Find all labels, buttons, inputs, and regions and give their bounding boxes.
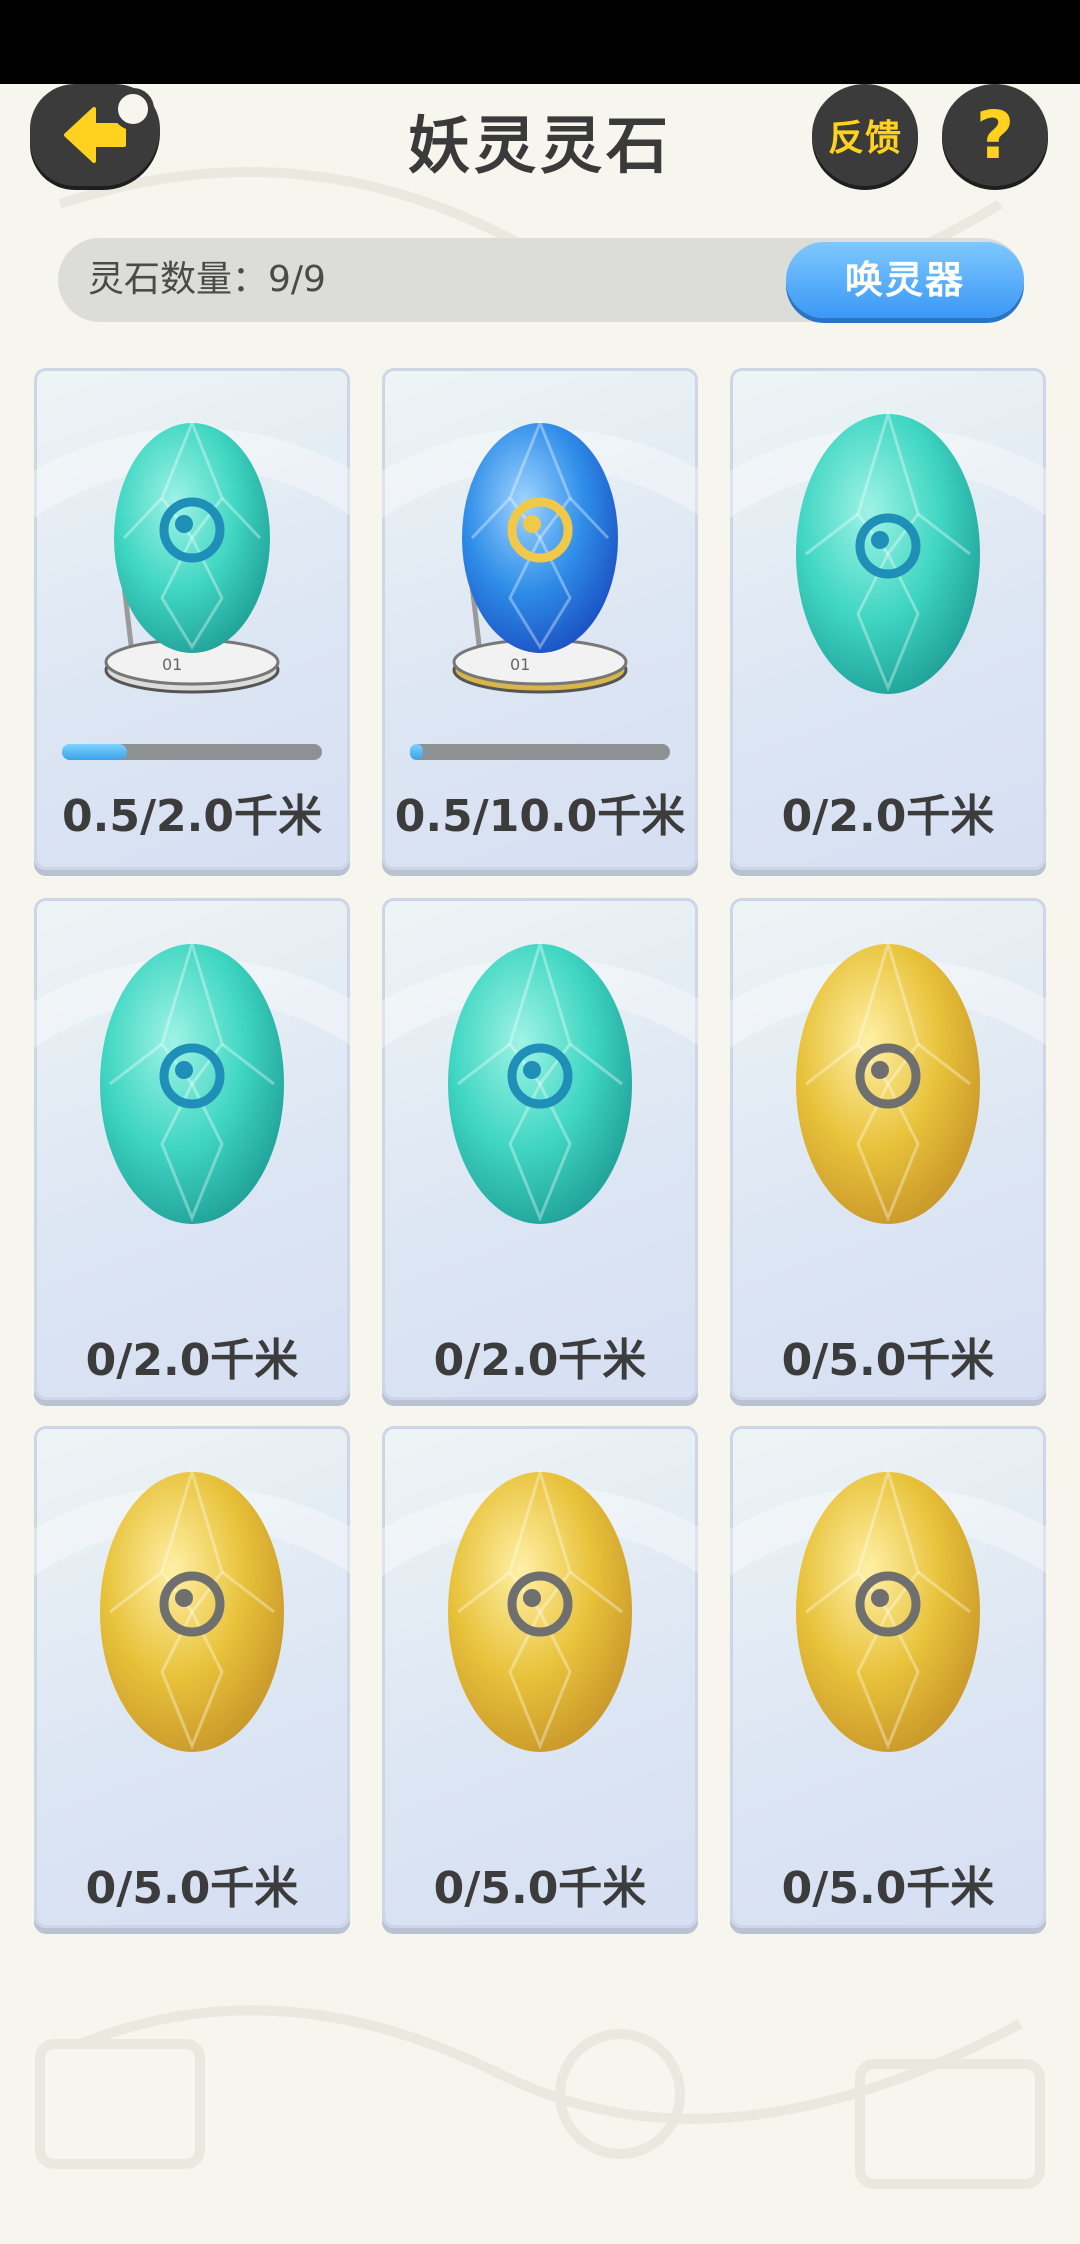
teal-spirit-stone (796, 408, 980, 694)
gold-spirit-stone (100, 1466, 284, 1752)
distance-label: 0/5.0千米 (781, 1335, 995, 1386)
stone-card[interactable]: 0/2.0千米 (34, 898, 350, 1400)
status-bar (0, 0, 1080, 84)
summon-device-button[interactable]: 唤灵器 (786, 242, 1024, 318)
svg-text:01: 01 (162, 655, 182, 674)
progress-bar (410, 744, 670, 760)
stone-image (730, 368, 1046, 728)
feedback-label: 反馈 (827, 118, 902, 159)
distance-label: 0/5.0千米 (433, 1863, 647, 1914)
progress-bar (62, 744, 322, 760)
stone-card[interactable]: 0/5.0千米 (730, 898, 1046, 1400)
stone-card[interactable]: 01 0.5/10.0千米 (382, 368, 698, 870)
progress-fill (410, 744, 423, 760)
gold-spirit-stone (448, 1466, 632, 1752)
blue-spirit-stone: 01 (452, 418, 628, 694)
stone-card[interactable]: 01 0.5/2.0千米 (34, 368, 350, 870)
question-mark-icon: ? (975, 96, 1015, 174)
help-button[interactable]: ? (942, 84, 1048, 186)
stone-image (382, 898, 698, 1258)
stone-image (730, 898, 1046, 1258)
svg-text:01: 01 (510, 655, 530, 674)
stone-image (382, 1426, 698, 1786)
stone-card[interactable]: 0/2.0千米 (730, 368, 1046, 870)
stone-image: 01 (382, 368, 698, 728)
distance-label: 0/2.0千米 (433, 1335, 647, 1386)
gold-spirit-stone (796, 938, 980, 1224)
distance-label: 0/5.0千米 (85, 1863, 299, 1914)
feedback-button[interactable]: 反馈 (812, 84, 918, 186)
distance-label: 0.5/2.0千米 (62, 791, 322, 842)
stone-image (730, 1426, 1046, 1786)
teal-spirit-stone (100, 938, 284, 1224)
stone-card[interactable]: 0/5.0千米 (34, 1426, 350, 1928)
stone-image (34, 1426, 350, 1786)
page-title: 妖灵灵石 (407, 109, 672, 182)
stone-card[interactable]: 0/5.0千米 (730, 1426, 1046, 1928)
distance-label: 0.5/10.0千米 (394, 791, 686, 842)
stone-card[interactable]: 0/2.0千米 (382, 898, 698, 1400)
distance-label: 0/5.0千米 (781, 1863, 995, 1914)
stone-card[interactable]: 0/5.0千米 (382, 1426, 698, 1928)
stone-count-bar: 灵石数量：9/9 唤灵器 (58, 238, 1024, 322)
progress-fill (62, 744, 127, 760)
teal-spirit-stone: 01 (104, 418, 280, 694)
stone-count-label: 灵石数量：9/9 (88, 259, 326, 300)
distance-label: 0/2.0千米 (781, 791, 995, 842)
distance-label: 0/2.0千米 (85, 1335, 299, 1386)
stone-image (34, 898, 350, 1258)
teal-spirit-stone (448, 938, 632, 1224)
stone-image: 01 (34, 368, 350, 728)
gold-spirit-stone (796, 1466, 980, 1752)
